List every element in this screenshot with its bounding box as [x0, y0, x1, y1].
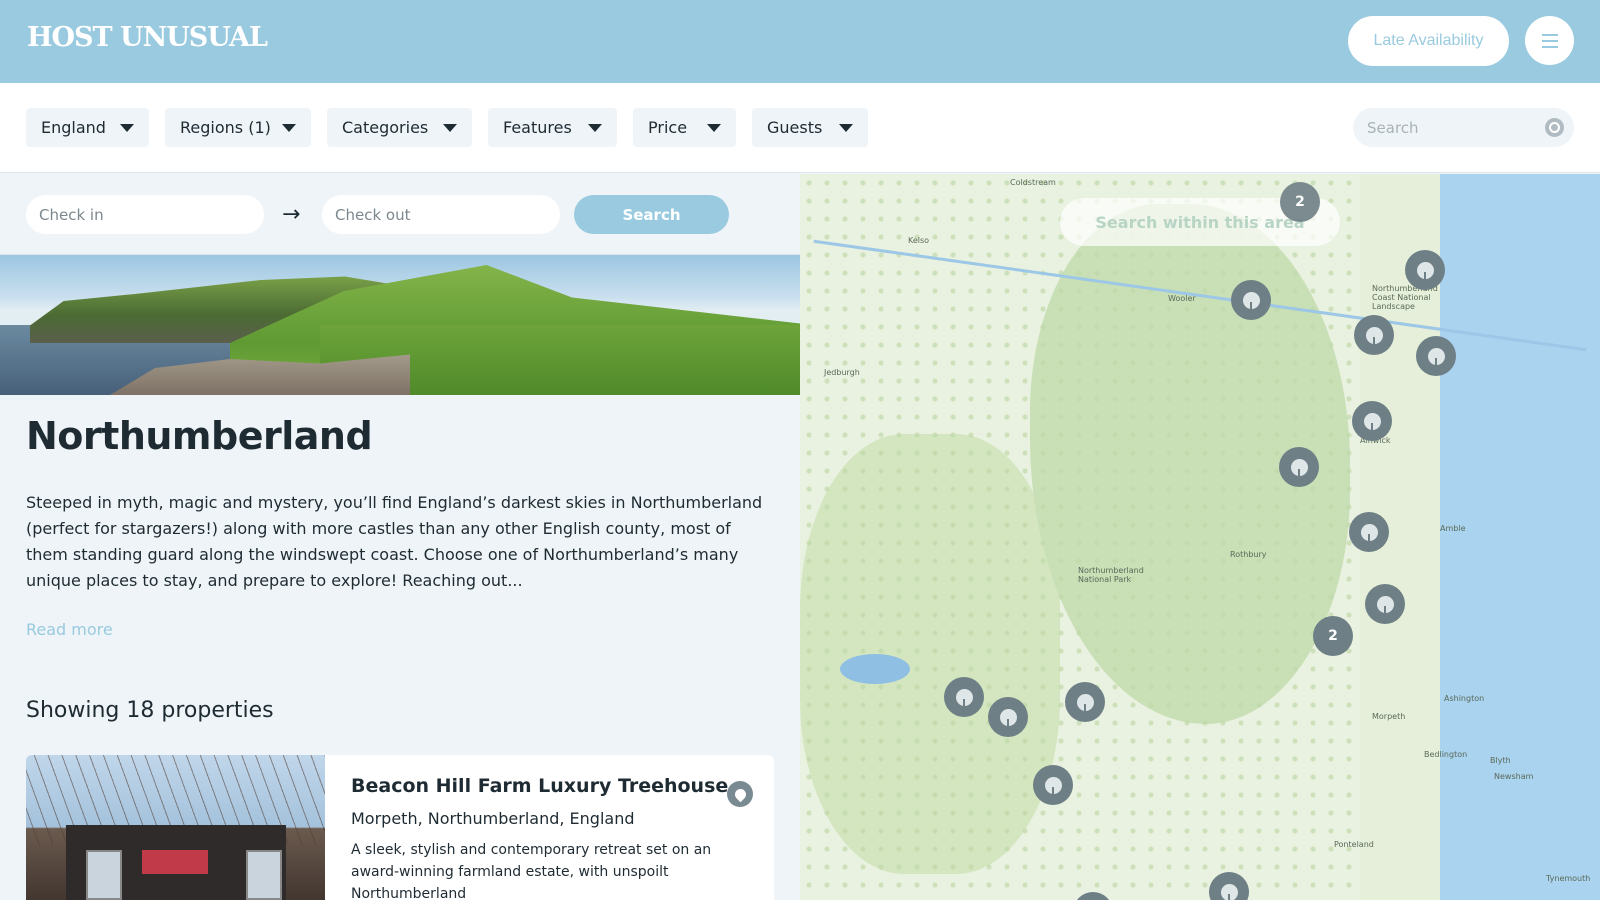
caret-down-icon: [588, 124, 602, 132]
arrow-right-icon: →: [282, 202, 301, 227]
date-bar: → Search: [0, 174, 800, 255]
map-pin-icon[interactable]: [988, 697, 1028, 737]
search-icon[interactable]: [1545, 118, 1564, 137]
caret-down-icon: [707, 124, 721, 132]
map-label: Tynemouth: [1546, 874, 1591, 883]
results-panel: → Search Northumberland Steeped in myth,…: [0, 174, 800, 900]
site-header: HOST UNUSUAL Late Availability: [0, 0, 1600, 83]
map-pin-icon[interactable]: [1065, 682, 1105, 722]
map-label: Wooler: [1168, 294, 1196, 303]
map-label: Coldstream: [1010, 178, 1056, 187]
map-view[interactable]: Coldstream Kelso Wooler Jedburgh Northum…: [800, 174, 1600, 900]
map-label: Ponteland: [1334, 840, 1374, 849]
map-label: Morpeth: [1372, 712, 1406, 721]
map-label: Rothbury: [1230, 550, 1267, 559]
results-count: Showing 18 properties: [26, 698, 274, 723]
property-title[interactable]: Beacon Hill Farm Luxury Treehouse: [351, 775, 728, 797]
caret-down-icon: [282, 124, 296, 132]
property-description: A sleek, stylish and contemporary retrea…: [351, 842, 712, 900]
filter-categories[interactable]: Categories: [327, 108, 472, 147]
map-label: Northumberland Coast National Landscape: [1372, 284, 1438, 311]
check-out-input[interactable]: [322, 195, 560, 234]
map-cluster-marker[interactable]: 2: [1280, 182, 1320, 222]
filter-label: Guests: [767, 118, 823, 137]
map-pin-icon[interactable]: [1279, 447, 1319, 487]
filter-regions[interactable]: Regions (1): [165, 108, 311, 147]
property-image[interactable]: [26, 755, 325, 900]
map-pin-icon[interactable]: [1033, 765, 1073, 805]
caret-down-icon: [120, 124, 134, 132]
read-more-link[interactable]: Read more: [26, 620, 113, 639]
date-search-button[interactable]: Search: [574, 195, 729, 234]
map-pin-icon[interactable]: [1416, 336, 1456, 376]
search-input[interactable]: [1367, 118, 1537, 137]
map-label: Newsham: [1494, 772, 1534, 781]
filter-label: Features: [503, 118, 572, 137]
filter-features[interactable]: Features: [488, 108, 617, 147]
filter-bar: England Regions (1) Categories Features …: [0, 83, 1600, 173]
map-pin-icon[interactable]: [1354, 315, 1394, 355]
filter-label: Categories: [342, 118, 429, 137]
late-availability-button[interactable]: Late Availability: [1348, 16, 1509, 66]
filter-label: Regions (1): [180, 118, 271, 137]
caret-down-icon: [839, 124, 853, 132]
site-search: [1353, 108, 1574, 147]
filter-label: England: [41, 118, 106, 137]
region-hero-image: [0, 255, 800, 395]
map-pin-icon[interactable]: [944, 677, 984, 717]
map-pin-icon[interactable]: [1365, 584, 1405, 624]
caret-down-icon: [443, 124, 457, 132]
favourite-heart-icon[interactable]: [727, 781, 753, 807]
filter-guests[interactable]: Guests: [752, 108, 868, 147]
hamburger-icon: [1541, 32, 1558, 50]
map-label: Blyth: [1490, 756, 1511, 765]
property-card[interactable]: Beacon Hill Farm Luxury Treehouse Morpet…: [26, 755, 774, 900]
map-label: Jedburgh: [824, 368, 860, 377]
map-label: Bedlington: [1424, 750, 1468, 759]
map-pin-icon[interactable]: [1405, 250, 1445, 290]
map-label: Ashington: [1444, 694, 1485, 703]
map-label: Kelso: [908, 236, 930, 245]
map-cluster-marker[interactable]: 2: [1313, 616, 1353, 656]
map-pin-icon[interactable]: [1349, 512, 1389, 552]
site-logo[interactable]: HOST UNUSUAL: [27, 22, 268, 53]
map-label: Northumberland National Park: [1078, 566, 1144, 584]
filter-country[interactable]: England: [26, 108, 149, 147]
filter-price[interactable]: Price: [633, 108, 736, 147]
property-location: Morpeth, Northumberland, England: [351, 809, 635, 828]
map-pin-icon[interactable]: [1352, 401, 1392, 441]
region-description: Steeped in myth, magic and mystery, you’…: [26, 493, 763, 590]
map-label: Amble: [1440, 524, 1466, 533]
menu-button[interactable]: [1525, 16, 1574, 65]
filter-label: Price: [648, 118, 688, 137]
map-pin-icon[interactable]: [1231, 280, 1271, 320]
check-in-input[interactable]: [26, 195, 264, 234]
region-title: Northumberland: [26, 414, 373, 458]
